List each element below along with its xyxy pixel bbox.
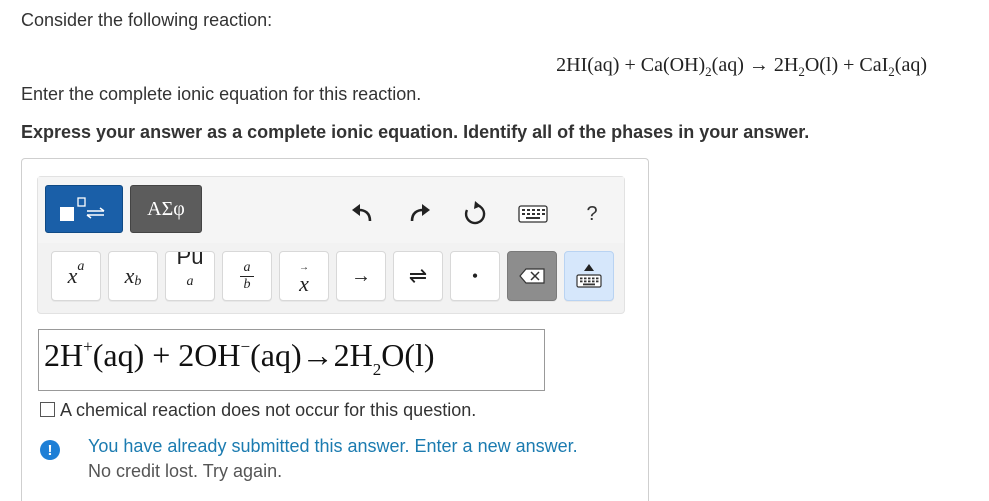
fraction-key[interactable]: a b <box>222 251 272 301</box>
feedback-submessage: No credit lost. Try again. <box>88 461 283 481</box>
toggle-keyboard-key[interactable] <box>564 251 614 301</box>
undo-icon <box>352 204 372 222</box>
backspace-icon <box>519 268 545 284</box>
question-intro: Consider the following reaction: <box>21 10 273 30</box>
redo-icon <box>410 204 430 222</box>
warning-icon: ! <box>40 440 60 460</box>
reset-icon <box>464 201 486 225</box>
question-prompt: Enter the complete ionic equation for th… <box>21 84 422 104</box>
question-instruction: Express your answer as a complete ionic … <box>21 122 810 142</box>
symbols-button[interactable]: ΑΣφ <box>130 185 202 233</box>
superscript-key[interactable]: xa <box>51 251 101 301</box>
dot-key[interactable]: • <box>450 251 500 301</box>
redo-button[interactable] <box>404 197 436 229</box>
feedback-message: You have already submitted this answer. … <box>88 436 578 456</box>
reaction-arrow-key[interactable]: → <box>336 251 386 301</box>
help-button[interactable]: ? <box>576 198 608 230</box>
templates-button[interactable] <box>45 185 123 233</box>
reaction-equation: 2HI(aq) + Ca(OH)2(aq) → 2H2O(l) + CaI2(a… <box>556 54 927 79</box>
delete-key[interactable] <box>507 251 557 301</box>
subscript-key[interactable]: xb <box>108 251 158 301</box>
keyboard-icon <box>518 205 548 223</box>
reset-button[interactable] <box>459 198 491 230</box>
no-reaction-checkbox[interactable] <box>40 402 55 417</box>
caret-up-icon <box>584 264 594 271</box>
answer-equation: 2H+(aq) + 2OH−(aq)→2H2O(l) <box>44 337 435 379</box>
nuclide-key[interactable]: Pu a <box>165 251 215 301</box>
templates-icon <box>60 197 105 221</box>
equilibrium-arrow-key[interactable]: ⇌ <box>393 251 443 301</box>
keyboard-shortcuts-button[interactable] <box>515 198 551 230</box>
undo-button[interactable] <box>346 197 378 229</box>
keyboard-icon <box>576 274 602 288</box>
no-reaction-label[interactable]: A chemical reaction does not occur for t… <box>60 400 476 421</box>
vector-key[interactable]: → x <box>279 251 329 301</box>
